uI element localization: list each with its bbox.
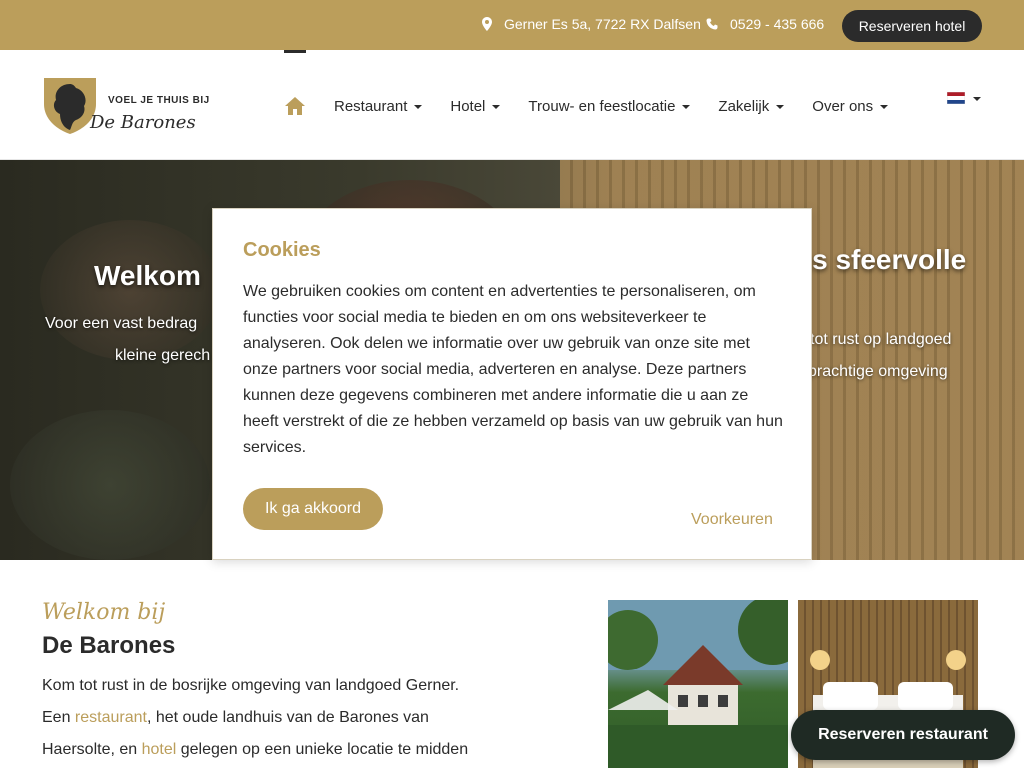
dutch-flag-icon[interactable] — [947, 92, 965, 104]
welcome-line: Haersolte, en hotel gelegen op een uniek… — [42, 734, 512, 766]
cookie-dialog-body: We gebruiken cookies om content en adver… — [243, 283, 783, 456]
estate-house-illustration — [608, 600, 788, 768]
restaurant-link[interactable]: restaurant — [75, 709, 147, 726]
language-caret-icon[interactable] — [973, 97, 981, 101]
caret-down-icon — [880, 104, 889, 109]
nav-item-hotel[interactable]: Hotel — [450, 98, 501, 115]
caret-down-icon — [776, 104, 785, 109]
caret-down-icon — [492, 104, 501, 109]
hero-flower-decoration — [10, 410, 210, 560]
nav-item-label: Trouw- en feestlocatie — [528, 98, 676, 115]
estate-house-photo — [608, 600, 788, 768]
hero-text-right: tot rust op landgoed — [810, 331, 952, 348]
logo-tagline: VOEL JE THUIS BIJ — [108, 95, 210, 106]
nav-item-trouw-feestlocatie[interactable]: Trouw- en feestlocatie — [528, 98, 691, 115]
hero-text-left: Voor een vast bedrag — [45, 315, 198, 332]
welcome-line: Een restaurant, het oude landhuis van de… — [42, 702, 512, 734]
welcome-text: , het oude landhuis van de Barones van — [146, 709, 429, 726]
nav-item-label: Zakelijk — [718, 98, 770, 115]
hero-text-right: prachtige omgeving — [808, 363, 948, 380]
cookie-dialog-title: Cookies — [243, 239, 321, 261]
address-block: Gerner Es 5a, 7722 RX Dalfsen — [482, 16, 701, 32]
hero-text-left: kleine gerech — [115, 347, 211, 364]
accept-cookies-button[interactable]: Ik ga akkoord — [243, 488, 383, 530]
nav-item-over-ons[interactable]: Over ons — [812, 98, 889, 115]
top-bar: Gerner Es 5a, 7722 RX Dalfsen 0529 - 435… — [0, 0, 1024, 50]
welcome-text: gelegen op een unieke locatie te midden — [176, 741, 469, 758]
nav-item-label: Hotel — [450, 98, 486, 115]
logo-brand: De Barones — [90, 112, 196, 133]
map-marker-icon — [482, 17, 492, 31]
welcome-text: Een — [42, 709, 75, 726]
phone-block[interactable]: 0529 - 435 666 — [706, 16, 824, 32]
welcome-text: Haersolte, en — [42, 741, 142, 758]
cookie-preferences-link[interactable]: Voorkeuren — [691, 511, 773, 529]
home-icon[interactable] — [284, 96, 306, 116]
caret-down-icon — [414, 104, 423, 109]
phone-icon — [706, 18, 718, 30]
nav-item-label: Over ons — [812, 98, 874, 115]
welcome-script-heading: Welkom bij — [42, 600, 166, 625]
welcome-line: Kom tot rust in de bosrijke omgeving van… — [42, 677, 460, 694]
phone-text[interactable]: 0529 - 435 666 — [730, 16, 824, 32]
reserve-hotel-button[interactable]: Reserveren hotel — [842, 10, 982, 42]
nav-menu: Restaurant Hotel Trouw- en feestlocatie … — [334, 98, 889, 115]
hero-title-right: ns sfeervolle — [795, 244, 967, 275]
active-nav-marker — [284, 50, 306, 53]
welcome-body: Kom tot rust in de bosrijke omgeving van… — [42, 670, 512, 766]
address-text: Gerner Es 5a, 7722 RX Dalfsen — [504, 16, 701, 32]
nav-item-zakelijk[interactable]: Zakelijk — [718, 98, 785, 115]
cookie-consent-dialog: Cookies We gebruiken cookies om content … — [212, 208, 812, 560]
nav-item-restaurant[interactable]: Restaurant — [334, 98, 423, 115]
welcome-title: De Barones — [42, 632, 176, 659]
hero-title-left: Welkom — [94, 260, 201, 291]
caret-down-icon — [682, 104, 691, 109]
hotel-link[interactable]: hotel — [142, 741, 177, 758]
reserve-restaurant-button[interactable]: Reserveren restaurant — [791, 710, 1015, 760]
main-nav: VOEL JE THUIS BIJ De Barones Restaurant … — [0, 50, 1024, 160]
logo[interactable]: VOEL JE THUIS BIJ De Barones — [42, 76, 212, 136]
nav-item-label: Restaurant — [334, 98, 408, 115]
